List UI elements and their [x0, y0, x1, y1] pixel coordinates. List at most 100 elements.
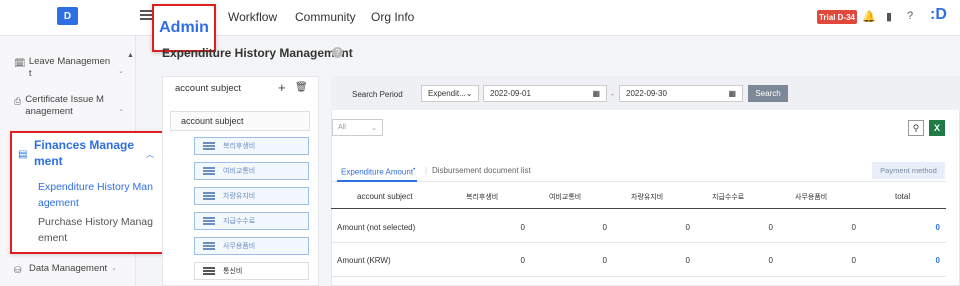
chip-label: 통신비 [223, 268, 243, 275]
chevron-down-icon: ⌄ [371, 125, 377, 132]
chevron-up-icon[interactable]: ︿ [146, 149, 154, 160]
chip-label: 여비교통비 [223, 168, 256, 175]
sidebar-item-certificate[interactable]: ⎙ Certificate Issue M anagement ⌄ [14, 94, 124, 118]
sidebar-item-data[interactable]: ⛁ Data Management ⌄ [14, 263, 124, 276]
drag-handle-icon[interactable] [203, 191, 215, 202]
drag-handle-icon[interactable] [203, 241, 215, 252]
tab-divider-line [331, 181, 946, 182]
finance-icon: ▤ [18, 149, 28, 160]
table-cell: 0 [768, 256, 773, 265]
column-header: 복리후생비 [466, 194, 499, 201]
trash-icon[interactable]: 🗑 [295, 82, 308, 93]
drag-handle-icon[interactable] [203, 166, 215, 177]
account-root[interactable]: account subject [170, 111, 310, 131]
sidebar-item-leave[interactable]: 🗓 Leave Managemen t ⌄ [14, 56, 124, 80]
table-header-divider [331, 208, 946, 209]
account-panel-title: account subject [175, 83, 242, 94]
table-cell: 0 [602, 256, 607, 265]
database-icon: ⛁ [14, 265, 22, 275]
tab-divider: | [425, 166, 428, 175]
search-button[interactable]: Search [748, 85, 788, 102]
account-chip[interactable]: 복리후생비 [194, 137, 309, 155]
account-chip[interactable]: 사무용품비 [194, 237, 309, 255]
tab-label: Expenditure Amount [341, 167, 414, 177]
calendar-icon[interactable]: ▦ [592, 89, 600, 98]
period-type-select[interactable]: Expendit... ⌄ [421, 85, 479, 102]
account-chip[interactable]: 지급수수료 [194, 212, 309, 230]
table-cell: 0 [685, 256, 690, 265]
bookmark-icon[interactable]: ▮ [882, 9, 896, 23]
chevron-down-icon: ⌄ [111, 265, 118, 272]
add-icon[interactable]: + [278, 80, 286, 95]
nav-org-info[interactable]: Org Info [371, 10, 414, 24]
date-to-value: 2022-09-30 [626, 89, 667, 98]
total-cell[interactable]: 0 [920, 256, 940, 265]
account-chip[interactable]: 통신비 [194, 262, 309, 280]
nav-workflow[interactable]: Workflow [228, 10, 277, 24]
help-icon[interactable]: ? [903, 9, 917, 23]
row-label: Amount (KRW) [337, 256, 391, 265]
account-chip[interactable]: 여비교통비 [194, 162, 309, 180]
nav-community[interactable]: Community [295, 10, 356, 24]
drag-handle-icon[interactable] [203, 216, 215, 227]
row-label: Amount (not selected) [337, 223, 416, 232]
chevron-down-icon: ⌄ [118, 106, 124, 113]
table-cell: 0 [851, 223, 856, 232]
filter-value: All [338, 124, 346, 131]
column-header: account subject [357, 192, 413, 201]
app-logo[interactable]: D [57, 7, 78, 25]
certificate-icon: ⎙ [14, 96, 22, 106]
column-header: total [895, 192, 911, 201]
column-header: 지급수수료 [712, 194, 745, 201]
account-chip[interactable]: 차량유지비 [194, 187, 309, 205]
page-title: Expenditure History Management [162, 46, 353, 60]
date-separator: - [611, 90, 614, 99]
active-tab-indicator [337, 180, 417, 182]
table-cell: 0 [602, 223, 607, 232]
notification-bell-icon[interactable]: 🔔 [862, 9, 876, 23]
brand-logo[interactable]: :D [930, 6, 947, 24]
table-cell: 0 [520, 256, 525, 265]
menu-toggle-icon[interactable] [140, 8, 152, 22]
date-to-input[interactable]: 2022-09-30 ▦ [619, 85, 743, 102]
filter-select[interactable]: All ⌄ [332, 119, 383, 136]
tab-expenditure-amount[interactable]: Expenditure Amount• [341, 166, 415, 177]
calendar-icon[interactable]: ▦ [728, 89, 736, 98]
date-from-input[interactable]: 2022-09-01 ▦ [483, 85, 607, 102]
tab-disbursement[interactable]: Disbursement document list [432, 166, 531, 175]
chip-label: 복리후생비 [223, 143, 256, 150]
chip-label: 차량유지비 [223, 193, 256, 200]
nav-admin[interactable]: Admin [152, 4, 216, 52]
chip-label: 사무용품비 [223, 243, 256, 250]
total-cell[interactable]: 0 [920, 223, 940, 232]
column-header: 여비교통비 [549, 194, 582, 201]
search-icon[interactable]: ⚲ [908, 120, 924, 136]
table-cell: 0 [768, 223, 773, 232]
table-cell: 0 [520, 223, 525, 232]
chip-label: 지급수수료 [223, 218, 256, 225]
select-value: Expendit... [428, 89, 466, 98]
sidebar-item-label: Leave Managemen t [28, 56, 111, 79]
chevron-down-icon: ⌄ [465, 89, 473, 98]
sidebar-item-finances[interactable]: Finances Manage ment [34, 137, 144, 169]
drag-handle-icon[interactable] [203, 266, 215, 277]
sidebar-subitem-purchase[interactable]: Purchase History Manag ement [38, 214, 158, 246]
scroll-up-icon[interactable]: ▲ [127, 52, 134, 59]
calendar-icon: 🗓 [14, 58, 26, 68]
sidebar-item-label: Data Management [29, 263, 108, 274]
sidebar-item-label: Certificate Issue M anagement [25, 94, 104, 117]
table-cell: 0 [851, 256, 856, 265]
column-header: 차량유지비 [631, 194, 664, 201]
date-from-value: 2022-09-01 [490, 89, 531, 98]
column-header: 사무용품비 [795, 194, 828, 201]
drag-handle-icon[interactable] [203, 141, 215, 152]
help-icon[interactable]: ? [332, 47, 343, 58]
trial-badge[interactable]: Trial D-34 [817, 10, 857, 24]
row-divider [331, 242, 946, 243]
search-period-label: Search Period [352, 90, 403, 99]
sidebar-subitem-expenditure[interactable]: Expenditure History Man agement [38, 179, 158, 211]
table-cell: 0 [685, 223, 690, 232]
excel-export-icon[interactable]: X [929, 120, 945, 136]
payment-method-button[interactable]: Payment method [872, 162, 945, 179]
row-divider [331, 276, 946, 277]
